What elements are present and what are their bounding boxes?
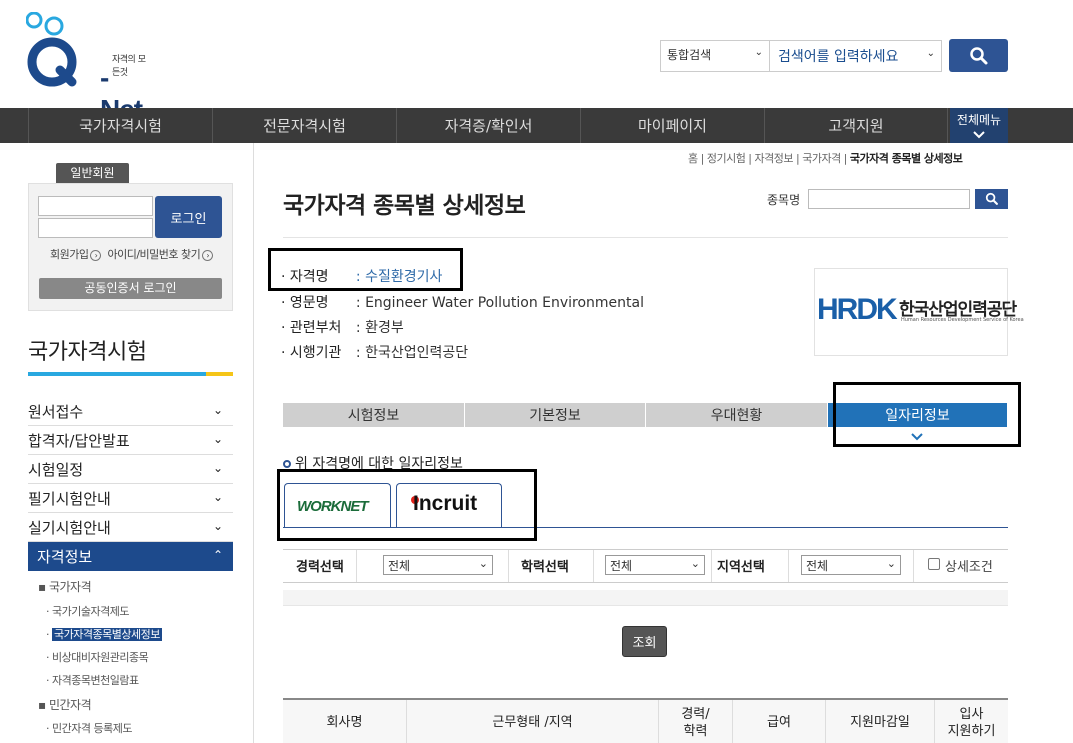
career-select[interactable]: 전체 ⌄ <box>383 555 493 575</box>
global-nav: 국가자격시험 전문자격시험 자격증/확인서 마이페이지 고객지원 전체메뉴 <box>0 108 1073 143</box>
region-label: 지역선택 <box>717 560 765 575</box>
col-company: 회사명 <box>326 715 363 730</box>
qnet-logo-icon <box>25 11 77 87</box>
jobs-table-header: 회사명 근무형태 /지역 경력/ 학력 급여 지원마감일 입사 지원하기 <box>283 698 1008 743</box>
sidebar-title: 국가자격시험 <box>28 340 147 365</box>
query-button[interactable]: 조회 <box>622 626 667 657</box>
col-salary: 급여 <box>732 700 825 743</box>
highlight-box-tab <box>833 382 1021 447</box>
edu-select[interactable]: 전체 ⌄ <box>605 555 705 575</box>
highlight-box-subtabs <box>277 469 537 541</box>
qnet-logo[interactable]: 자격의 모든것 -Net <box>25 11 146 125</box>
bullet-icon <box>283 460 291 468</box>
sidebar-item-application[interactable]: 원서접수 ⌄ <box>28 397 233 426</box>
edu-label: 학력선택 <box>521 560 569 575</box>
sidebar-item-label: 자격정보 <box>37 548 93 566</box>
career-label: 경력선택 <box>296 560 344 575</box>
sidebar-item-label: 시험일정 <box>28 461 84 479</box>
login-button[interactable]: 로그인 <box>155 196 222 238</box>
cert-login-button[interactable]: 공동인증서 로그인 <box>39 278 222 299</box>
hrdk-english-name: Human Resources Development Service of K… <box>901 317 1024 323</box>
search-placeholder: 검색어를 입력하세요 <box>778 49 899 65</box>
filter-detail-band <box>283 590 1008 606</box>
chevron-right-icon: › <box>90 249 102 261</box>
filter-bar: 경력선택 전체 ⌄ 학력선택 전체 ⌄ 지역선택 전체 ⌄ 상세조건 <box>283 549 1008 583</box>
highlight-box-name <box>268 248 463 291</box>
chevron-down-icon <box>973 131 985 139</box>
hrdk-mark: HRDK <box>817 293 898 326</box>
chevron-down-icon: ⌄ <box>478 557 488 570</box>
info-row-english: · 영문명: Engineer Water Pollution Environm… <box>281 295 644 311</box>
tab-basic-info[interactable]: 기본정보 <box>465 403 646 427</box>
item-name-label: 종목명 <box>767 193 801 207</box>
chevron-down-icon: ⌄ <box>926 48 935 59</box>
sidebar-item-practical[interactable]: 실기시험안내 ⌄ <box>28 513 233 542</box>
region-select[interactable]: 전체 ⌄ <box>801 555 901 575</box>
col-career-edu: 경력/ 학력 <box>658 700 732 743</box>
sidebar-item-label: 필기시험안내 <box>28 490 111 508</box>
chevron-right-icon: › <box>202 249 214 261</box>
search-scope-select[interactable]: 통합검색 ⌄ <box>660 40 770 72</box>
search-button[interactable] <box>949 39 1008 72</box>
gnb-item-national[interactable]: 국가자격시험 <box>28 108 212 143</box>
chevron-up-icon: ⌃ <box>212 548 223 562</box>
sidebar-item-label: 합격자/답안발표 <box>28 432 130 450</box>
sidebar-sub-item[interactable]: · 자격종목변천일람표 <box>46 672 139 688</box>
gnb-item-certificate[interactable]: 자격증/확인서 <box>396 108 580 143</box>
chevron-down-icon: ⌄ <box>690 557 700 570</box>
chevron-down-icon: ⌄ <box>212 519 223 533</box>
title-divider <box>283 237 1008 238</box>
sidebar-item-label: 실기시험안내 <box>28 519 111 537</box>
breadcrumb: 홈 | 정기시험 | 자격정보 | 국가자격 | 국가자격 종목별 상세정보 <box>688 152 963 165</box>
sidebar-item-results[interactable]: 합격자/답안발표 ⌄ <box>28 426 233 455</box>
header: 자격의 모든것 -Net 통합검색 ⌄ 검색어를 입력하세요 ⌄ <box>0 0 1073 125</box>
chevron-down-icon: ⌄ <box>754 47 763 58</box>
gnb-item-professional[interactable]: 전문자격시험 <box>212 108 396 143</box>
sidebar-sub-item[interactable]: · 비상대비자원관리종목 <box>46 649 149 665</box>
detail-checkbox[interactable] <box>928 558 940 570</box>
col-type-region: 근무형태 /지역 <box>406 700 658 743</box>
search-input[interactable]: 검색어를 입력하세요 ⌄ <box>770 40 942 72</box>
hrdk-logo: HRDK 한국산업인력공단 Human Resources Developmen… <box>814 268 1024 356</box>
info-row-agency: · 시행기관: 한국산업인력공단 <box>281 345 469 361</box>
tab-preference[interactable]: 우대현황 <box>646 403 828 427</box>
gnb-item-mypage[interactable]: 마이페이지 <box>580 108 764 143</box>
tab-exam-info[interactable]: 시험정보 <box>283 403 465 427</box>
sidebar-sub-item[interactable]: · 국가기술자격제도 <box>46 603 129 619</box>
sidebar-item-label: 원서접수 <box>28 403 84 421</box>
password-input[interactable] <box>38 218 153 238</box>
all-menu-label: 전체메뉴 <box>956 113 1002 127</box>
sidebar-item-qualification-info[interactable]: 자격정보 ⌃ <box>28 542 233 571</box>
gnb-item-support[interactable]: 고객지원 <box>764 108 948 143</box>
item-name-input[interactable] <box>808 189 970 209</box>
sidebar-divider <box>253 143 254 743</box>
page-title: 국가자격 종목별 상세정보 <box>283 193 526 219</box>
sidebar-item-schedule[interactable]: 시험일정 ⌄ <box>28 455 233 484</box>
detail-label: 상세조건 <box>945 560 993 575</box>
col-deadline: 지원마감일 <box>825 700 934 743</box>
search-scope-value: 통합검색 <box>667 48 712 62</box>
chevron-down-icon: ⌄ <box>886 557 896 570</box>
login-links: 회원가입 › 아이디/비밀번호 찾기 › <box>50 246 214 262</box>
signup-link[interactable]: 회원가입 <box>50 248 89 261</box>
all-menu-button[interactable]: 전체메뉴 <box>950 108 1008 143</box>
sidebar-sub-item[interactable]: · 민간자격 등록제도 <box>46 720 132 736</box>
find-id-pw-link[interactable]: 아이디/비밀번호 찾기 <box>107 248 200 261</box>
item-search-button[interactable] <box>975 189 1008 209</box>
col-apply: 입사 지원하기 <box>934 700 1008 743</box>
sidebar-sub-item-active[interactable]: · 국가자격종목별상세정보 <box>46 626 162 642</box>
search-icon <box>969 46 987 64</box>
chevron-down-icon: ⌄ <box>212 432 223 446</box>
search-icon <box>985 192 998 205</box>
id-input[interactable] <box>38 196 153 216</box>
chevron-down-icon: ⌄ <box>212 490 223 504</box>
member-type-tab[interactable]: 일반회원 <box>56 163 129 183</box>
sidebar-sub-national[interactable]: ▪ 국가자격 <box>38 578 92 595</box>
sidebar-sub-private[interactable]: ▪ 민간자격 <box>38 696 92 713</box>
sidebar-title-bar <box>28 372 233 376</box>
info-row-ministry: · 관련부처: 환경부 <box>281 320 404 336</box>
chevron-down-icon: ⌄ <box>212 403 223 417</box>
chevron-down-icon: ⌄ <box>212 461 223 475</box>
sidebar-item-written[interactable]: 필기시험안내 ⌄ <box>28 484 233 513</box>
